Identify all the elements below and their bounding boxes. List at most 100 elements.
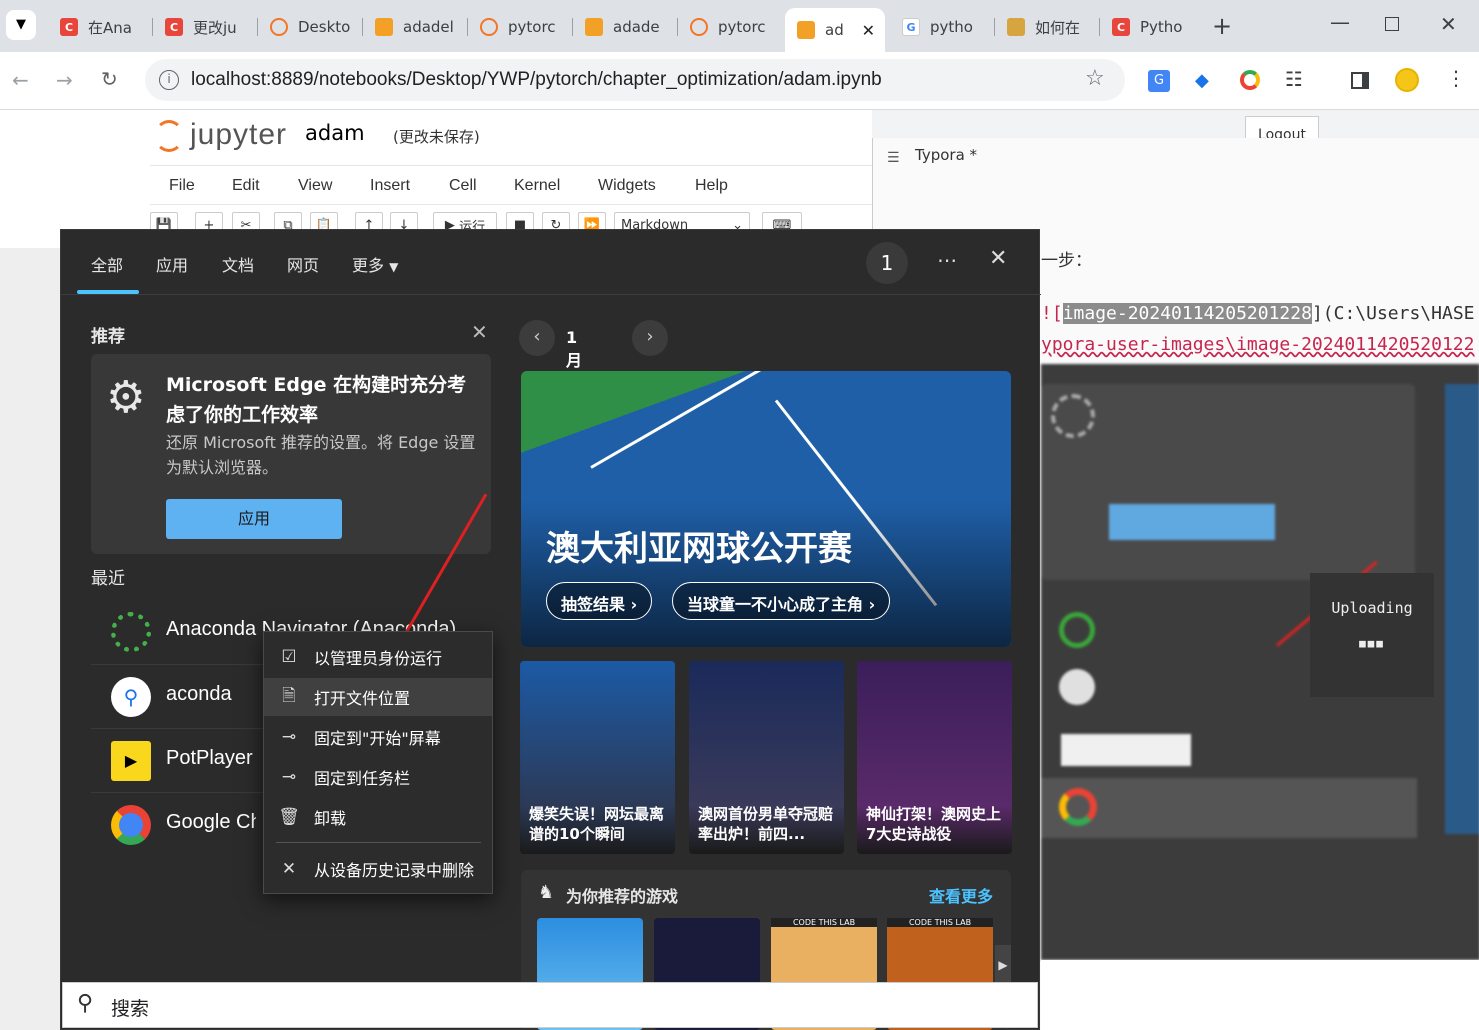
- close-tab-icon[interactable]: ✕: [862, 21, 875, 40]
- chevron-right-icon: ›: [868, 595, 876, 614]
- dismiss-recommendation-icon[interactable]: ✕: [471, 320, 488, 344]
- previous-date-button[interactable]: ‹: [519, 320, 555, 356]
- jupyter-favicon-icon: [690, 18, 708, 36]
- next-date-button[interactable]: ›: [632, 320, 668, 356]
- typora-title: Typora *: [915, 146, 978, 164]
- tab-title: adadel: [403, 18, 454, 36]
- menu-kernel[interactable]: Kernel: [514, 177, 560, 195]
- new-tab-icon[interactable]: +: [1212, 12, 1232, 40]
- blurred-button: [1109, 504, 1275, 540]
- browser-tab[interactable]: pytorc: [468, 8, 573, 46]
- news-card[interactable]: 神仙打架！澳网史上7大史诗战役: [857, 661, 1012, 854]
- scroll-right-icon[interactable]: ▶: [995, 945, 1011, 985]
- tab-documents[interactable]: 文档: [222, 252, 254, 276]
- tab-title: pytorc: [718, 18, 766, 36]
- profile-avatar[interactable]: [1395, 68, 1419, 92]
- notebook-favicon-icon: [585, 18, 603, 36]
- chevron-right-icon: ›: [630, 595, 638, 614]
- menu-cell[interactable]: Cell: [449, 177, 477, 195]
- forward-icon[interactable]: →: [56, 68, 73, 92]
- tab-title: ad: [825, 21, 844, 39]
- menu-view[interactable]: View: [298, 177, 332, 195]
- menu-insert[interactable]: Insert: [370, 177, 410, 195]
- menu-widgets[interactable]: Widgets: [598, 177, 656, 195]
- menu-uninstall[interactable]: 🗑 卸载: [264, 798, 492, 836]
- browser-tab[interactable]: pytorc: [678, 8, 783, 46]
- extensions-puzzle-icon[interactable]: ☷: [1285, 67, 1303, 91]
- menu-file[interactable]: File: [169, 177, 195, 195]
- browser-tab[interactable]: adade: [573, 8, 678, 46]
- close-icon[interactable]: ✕: [989, 246, 1007, 271]
- tab-web[interactable]: 网页: [287, 252, 319, 276]
- minimize-icon[interactable]: —: [1330, 10, 1350, 34]
- menu-pin-to-taskbar[interactable]: ⊸ 固定到任务栏: [264, 758, 492, 796]
- site-info-icon[interactable]: i: [159, 70, 179, 90]
- back-icon[interactable]: ←: [12, 68, 29, 92]
- address-bar[interactable]: i localhost:8889/notebooks/Desktop/YWP/p…: [145, 59, 1125, 101]
- browser-tab[interactable]: C 在Ana: [48, 8, 153, 46]
- see-more-link[interactable]: 查看更多: [929, 883, 993, 907]
- recent-heading: 最近: [91, 569, 125, 589]
- news-caption: 神仙打架！澳网史上7大史诗战役: [866, 805, 1002, 843]
- recommended-heading: 推荐: [91, 327, 125, 347]
- apply-button[interactable]: 应用: [166, 499, 342, 539]
- more-options-icon[interactable]: ⋯: [937, 248, 957, 272]
- menu-help[interactable]: Help: [695, 177, 728, 195]
- menu-edit[interactable]: Edit: [232, 177, 260, 195]
- blurred-row: [1041, 778, 1417, 838]
- menu-remove-from-history[interactable]: ✕ 从设备历史记录中删除: [264, 850, 492, 888]
- maximize-icon[interactable]: [1385, 17, 1399, 31]
- tab-search-button[interactable]: ▼: [6, 10, 36, 40]
- tab-all[interactable]: 全部: [91, 252, 123, 276]
- sidebar-toggle-icon[interactable]: ☰: [887, 150, 900, 166]
- search-box[interactable]: ⚲ 搜索: [62, 982, 1038, 1028]
- markdown-image-code[interactable]: ![image-20240114205201228](C:\Users\HASE: [1041, 303, 1475, 324]
- translate-extension-icon[interactable]: G: [1148, 70, 1170, 92]
- blurred-tooltip: [1061, 734, 1191, 766]
- tab-title: Pytho: [1140, 18, 1183, 36]
- menu-kebab-icon[interactable]: ⋮: [1446, 66, 1466, 90]
- notebook-name[interactable]: adam: [305, 121, 365, 145]
- browser-tab[interactable]: Gpytho: [890, 8, 995, 46]
- app-name: PotPlayer: [166, 747, 253, 769]
- notebook-favicon-icon: [797, 21, 815, 39]
- save-status: (更改未保存): [393, 128, 480, 146]
- tab-title: 在Ana: [88, 18, 132, 37]
- tab-more[interactable]: 更多 ▼: [352, 252, 398, 276]
- browser-tab[interactable]: 如何在: [995, 8, 1100, 46]
- bookmark-star-icon[interactable]: ☆: [1085, 66, 1105, 91]
- menu-divider: [276, 842, 481, 843]
- browser-tab[interactable]: C 更改ju: [153, 8, 258, 46]
- close-window-icon[interactable]: ✕: [1440, 12, 1457, 36]
- side-panel-icon[interactable]: [1351, 72, 1369, 89]
- news-card[interactable]: 爆笑失误！网坛最离谱的10个瞬间: [520, 661, 675, 854]
- tab-apps[interactable]: 应用: [156, 252, 188, 276]
- browser-tab[interactable]: C Pytho: [1100, 8, 1200, 46]
- menu-open-file-location[interactable]: 🗎 打开文件位置: [264, 678, 492, 716]
- tab-title: 更改ju: [193, 18, 237, 37]
- jupyter-menubar: File Edit View Insert Cell Kernel Widget…: [150, 165, 872, 205]
- extension-icon[interactable]: ◆: [1195, 70, 1209, 91]
- browser-tab[interactable]: Deskto: [258, 8, 363, 46]
- hero-link-draw[interactable]: 抽签结果 ›: [546, 582, 653, 620]
- menu-label: 卸载: [314, 809, 347, 828]
- search-icon: ⚲: [77, 991, 94, 1016]
- recommendation-title: Microsoft Edge 在构建时充分考虑了你的工作效率: [166, 374, 467, 426]
- hero-card[interactable]: 澳大利亚网球公开赛 抽签结果 › 当球童一不小心成了主角 ›: [521, 371, 1011, 647]
- search-input[interactable]: 搜索: [111, 994, 149, 1021]
- browser-tab-active[interactable]: ad ✕: [785, 8, 885, 52]
- rewards-badge[interactable]: 1: [866, 242, 908, 284]
- reload-icon[interactable]: ↻: [101, 67, 118, 91]
- hero-link-ballkid[interactable]: 当球童一不小心成了主角 ›: [672, 582, 891, 620]
- trash-icon: 🗑: [278, 807, 300, 827]
- menu-pin-to-start[interactable]: ⊸ 固定到"开始"屏幕: [264, 718, 492, 756]
- menu-run-as-admin[interactable]: ☑ 以管理员身份运行: [264, 638, 492, 676]
- extension-icon[interactable]: [1240, 70, 1260, 90]
- tab-favicon-icon: [1007, 18, 1025, 36]
- news-card[interactable]: 澳网首份男单夺冠赔率出炉！前四...: [689, 661, 844, 854]
- code-highlight: image-20240114205201228: [1062, 303, 1312, 324]
- jupyter-favicon-icon: [270, 18, 288, 36]
- browser-tab[interactable]: adadel: [363, 8, 468, 46]
- caret-down-icon: ▼: [389, 260, 399, 274]
- close-icon: ✕: [281, 859, 297, 879]
